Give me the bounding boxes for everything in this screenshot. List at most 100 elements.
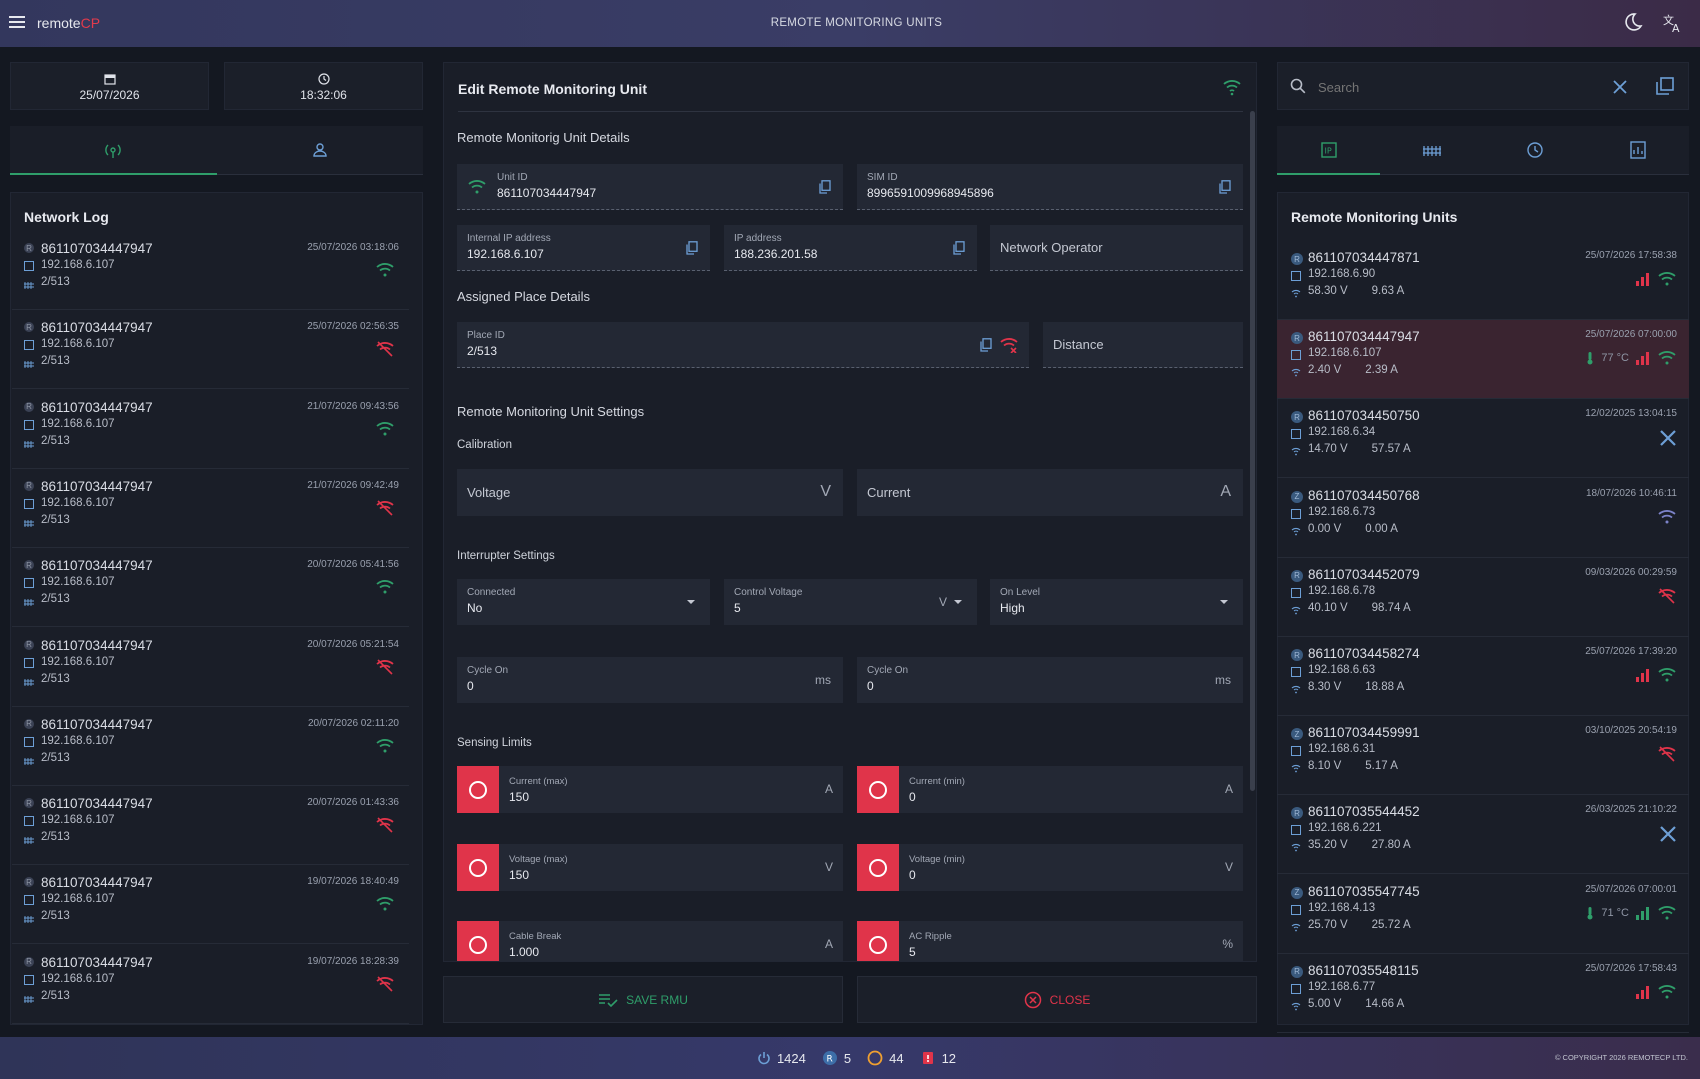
fence-icon (24, 995, 34, 1003)
tab-network-log[interactable] (10, 126, 217, 175)
editor-scrollbar[interactable] (1250, 111, 1255, 791)
ac-ripple-field[interactable]: AC Ripple 5 % (857, 921, 1243, 961)
rmu-list-item[interactable]: R 861107035544452 26/03/2025 21:10:22 192.1… (1277, 795, 1689, 875)
ip-icon (24, 736, 34, 747)
sim-id-field[interactable]: SIM ID 8996591009968945896 (857, 164, 1243, 210)
copy-icon[interactable] (819, 180, 831, 194)
rmu-unit-id: 861107034450768 (1308, 487, 1420, 503)
translate-icon[interactable]: 文A (1662, 12, 1684, 35)
close-button[interactable]: CLOSE (857, 976, 1257, 1023)
fence-icon (24, 599, 34, 607)
alarm-icon (922, 1052, 933, 1064)
current-min-field[interactable]: Current (min) 0 A (857, 766, 1243, 813)
log-ip: 192.168.6.107 (41, 734, 115, 747)
network-log-item[interactable]: R 861107034447947 19/07/2026 18:40:49 192.1… (12, 866, 409, 945)
place-id-field[interactable]: Place ID 2/513 (457, 322, 1029, 368)
network-log-item[interactable]: R 861107034447947 20/07/2026 01:43:36 192.1… (12, 787, 409, 866)
limit-unit: V (1224, 860, 1233, 874)
current-min-toggle[interactable] (857, 766, 899, 813)
rmu-list-item[interactable]: R 861107034447871 25/07/2026 17:58:38 192.1… (1277, 241, 1689, 320)
unit-id-field[interactable]: Unit ID 861107034447947 (457, 164, 843, 210)
search-bar (1277, 62, 1689, 110)
rmu-list-item[interactable]: Z 861107034450768 18/07/2026 10:46:11 192.1… (1277, 479, 1689, 558)
network-operator-field[interactable]: Network Operator (990, 225, 1243, 271)
fence-icon (24, 837, 34, 845)
open-window-icon[interactable] (1656, 77, 1674, 95)
copy-icon[interactable] (1219, 180, 1231, 194)
current-max-toggle[interactable] (457, 766, 499, 813)
internal-ip-value: 192.168.6.107 (467, 247, 544, 261)
copy-icon[interactable] (980, 338, 992, 352)
on-level-select[interactable]: On Level High (990, 579, 1243, 625)
rmu-list-item[interactable]: R 861107034450750 12/02/2025 13:04:15 192.1… (1277, 399, 1689, 479)
control-voltage-select[interactable]: Control Voltage 5 V (724, 579, 977, 625)
tab-history[interactable] (1483, 126, 1586, 174)
tab-rmu[interactable]: IP (1277, 126, 1380, 175)
cycle-on-field-2[interactable]: Cycle On 0 ms (857, 657, 1243, 703)
network-log-item[interactable]: R 861107034447947 20/07/2026 05:41:56 192.1… (12, 549, 409, 628)
rmu-current: 57.57 A (1371, 443, 1411, 456)
rmu-voltage: 0.00 V (1308, 522, 1342, 535)
report-icon (1629, 141, 1646, 159)
rmu-list-item[interactable]: R 861107034447947 25/07/2026 07:00:00 192.1… (1277, 320, 1689, 400)
wifi-small-icon (1291, 1002, 1301, 1011)
network-log-item[interactable]: R 861107034447947 21/07/2026 09:42:49 192.1… (12, 470, 409, 548)
ip-icon (1291, 587, 1301, 598)
wifi-off-icon (376, 341, 394, 357)
rmu-list-item[interactable]: Z 861107034459991 03/10/2025 20:54:19 192.1… (1277, 716, 1689, 796)
voltage-calibration-field[interactable]: Voltage V (457, 469, 843, 516)
distance-field[interactable]: Distance (1043, 322, 1243, 368)
cable-break-toggle[interactable] (457, 921, 499, 961)
network-log-item[interactable]: R 861107034447947 19/07/2026 18:28:39 192.1… (12, 946, 409, 1024)
voltage-min-toggle[interactable] (857, 844, 899, 891)
rmu-status (1659, 429, 1677, 447)
rmu-list-item[interactable]: R 861107035548115 25/07/2026 17:58:43 192.1… (1277, 954, 1689, 1033)
wifi-off-icon[interactable] (999, 337, 1019, 353)
alarm-count: 12 (941, 1050, 957, 1066)
voltage-max-field[interactable]: Voltage (max) 150 V (457, 844, 843, 891)
rmu-ip: 192.168.6.78 (1308, 584, 1376, 597)
rmu-voltage: 35.20 V (1308, 839, 1348, 852)
network-log-item[interactable]: R 861107034447947 21/07/2026 09:43:56 192.1… (12, 391, 409, 469)
editor-title: Edit Remote Monitoring Unit (458, 81, 647, 97)
rmu-list-item[interactable]: Z 861107035547745 25/07/2026 07:00:01 192.1… (1277, 875, 1689, 954)
search-input[interactable] (1318, 76, 1588, 98)
log-place: 2/513 (41, 593, 70, 606)
network-log-item[interactable]: R 861107034447947 25/07/2026 03:18:06 192.1… (12, 232, 409, 310)
current-calibration-field[interactable]: Current A (857, 469, 1243, 516)
rmu-ip: 192.168.6.77 (1308, 980, 1376, 993)
connected-select[interactable]: Connected No (457, 579, 710, 625)
tab-places[interactable] (1380, 126, 1483, 174)
log-ip: 192.168.6.107 (41, 576, 115, 589)
ac-ripple-toggle[interactable] (857, 921, 899, 961)
top-bar: remoteCP REMOTE MONITORING UNITS 文A (0, 0, 1700, 47)
limit-unit: A (1224, 782, 1233, 796)
clear-search-icon[interactable] (1613, 80, 1627, 94)
voltage-min-field[interactable]: Voltage (min) 0 V (857, 844, 1243, 891)
cable-break-field[interactable]: Cable Break 1.000 A (457, 921, 843, 961)
copy-icon[interactable] (686, 241, 698, 255)
copy-icon[interactable] (953, 241, 965, 255)
current-max-field[interactable]: Current (max) 150 A (457, 766, 843, 813)
calendar-icon (103, 74, 116, 85)
cycle-on-field-1[interactable]: Cycle On 0 ms (457, 657, 843, 703)
save-rmu-button[interactable]: SAVE RMU (443, 976, 843, 1023)
network-log-item[interactable]: R 861107034447947 25/07/2026 02:56:35 192.1… (12, 311, 409, 390)
rmu-list-item[interactable]: R 861107034452079 09/03/2026 00:29:59 192.1… (1277, 558, 1689, 637)
tab-reports[interactable] (1586, 126, 1689, 174)
rmu-badge-icon: Z (1291, 886, 1303, 899)
rmu-badge-icon: R (24, 639, 34, 650)
tab-user-log[interactable] (217, 126, 424, 174)
limit-label: Voltage (max) (509, 854, 568, 865)
log-unit-id: 861107034447947 (41, 954, 153, 970)
network-log-item[interactable]: R 861107034447947 20/07/2026 02:11:20 192.1… (12, 708, 409, 786)
internal-ip-field[interactable]: Internal IP address 192.168.6.107 (457, 225, 710, 271)
dark-mode-icon[interactable] (1623, 12, 1645, 34)
fence-icon (24, 916, 34, 924)
rmu-list-item[interactable]: R 861107034458274 25/07/2026 17:39:20 192.1… (1277, 637, 1689, 716)
network-log-item[interactable]: R 861107034447947 20/07/2026 05:21:54 192.1… (12, 629, 409, 707)
ip-address-field[interactable]: IP address 188.236.201.58 (724, 225, 977, 271)
voltage-max-toggle[interactable] (457, 844, 499, 891)
right-tabs: IP (1277, 126, 1689, 175)
ip-icon (24, 657, 34, 668)
